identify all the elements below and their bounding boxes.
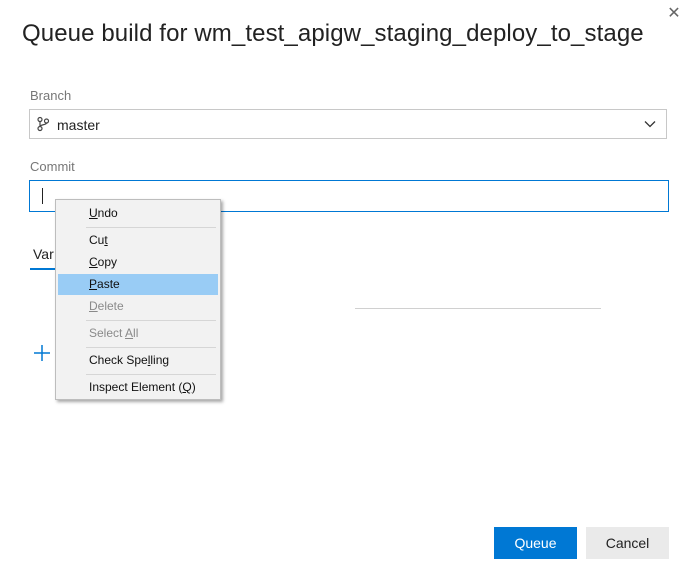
add-icon[interactable] [34,345,50,361]
menu-item-delete[interactable]: Delete [58,296,218,317]
menu-item-copy[interactable]: Copy [58,252,218,273]
branch-icon [37,116,50,132]
menu-separator [86,320,216,321]
tab-variables[interactable]: Var [33,246,54,262]
menu-separator [86,227,216,228]
text-caret [42,188,43,204]
menu-item-paste[interactable]: Paste [58,274,218,295]
menu-separator [86,347,216,348]
menu-item-check-spelling[interactable]: Check Spelling [58,350,218,371]
tab-active-indicator [30,268,56,270]
branch-dropdown[interactable]: master [29,109,667,139]
branch-label: Branch [30,88,72,103]
close-icon: ✕ [667,5,681,22]
dialog-title: Queue build for wm_test_apigw_staging_de… [22,20,644,47]
context-menu: Undo Cut Copy Paste Delete Select All Ch… [55,199,221,400]
menu-item-undo[interactable]: Undo [58,203,218,224]
menu-item-select-all[interactable]: Select All [58,323,218,344]
commit-label: Commit [30,159,75,174]
menu-item-cut[interactable]: Cut [58,230,218,251]
menu-separator [86,374,216,375]
branch-value: master [57,117,100,133]
chevron-down-icon [644,121,656,128]
divider [355,308,601,309]
queue-button[interactable]: Queue [494,527,577,559]
close-button[interactable]: ✕ [664,4,684,24]
cancel-button[interactable]: Cancel [586,527,669,559]
menu-item-inspect-element[interactable]: Inspect Element (Q) [58,377,218,398]
